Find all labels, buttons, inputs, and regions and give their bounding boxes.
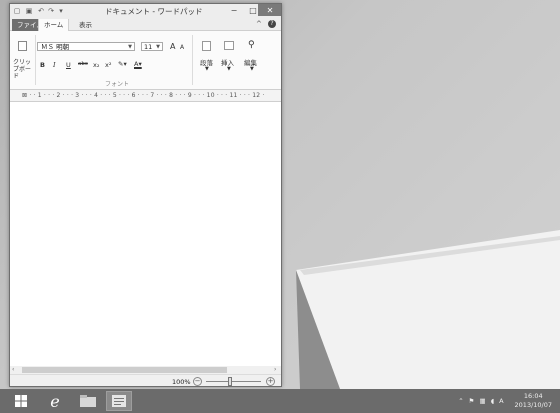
- ime-indicator[interactable]: A: [499, 397, 503, 405]
- file-explorer-icon[interactable]: [75, 391, 101, 411]
- collapse-ribbon-icon[interactable]: ^: [256, 20, 262, 28]
- italic-button[interactable]: I: [53, 61, 56, 69]
- font-name-value: ＭＳ 明朝: [41, 43, 70, 51]
- ruler-marks: ⊠ · · 1 · · · 2 · · · 3 · · · 4 · · · 5 …: [22, 92, 265, 99]
- wordpad-taskbar-button[interactable]: [106, 391, 132, 411]
- action-center-flag-icon[interactable]: ⚑: [469, 397, 475, 405]
- customize-qat-icon[interactable]: ▾: [57, 7, 65, 15]
- save-icon[interactable]: ▣: [25, 7, 33, 15]
- zoom-level: 100%: [172, 378, 191, 386]
- paste-icon[interactable]: [18, 41, 27, 51]
- shrink-font-button[interactable]: A: [180, 44, 184, 51]
- group-divider: [192, 35, 193, 85]
- window-title: ドキュメント - ワードパッド: [105, 7, 203, 16]
- bold-button[interactable]: B: [40, 61, 45, 69]
- redo-icon[interactable]: ↷: [47, 7, 55, 15]
- undo-icon[interactable]: ↶: [37, 7, 45, 15]
- underline-button[interactable]: U: [66, 61, 71, 69]
- clipboard-button[interactable]: クリップボード: [13, 59, 35, 80]
- font-size-select[interactable]: 11 ▼: [141, 42, 163, 51]
- insert-picture-icon[interactable]: [224, 41, 234, 50]
- clock[interactable]: 16:04 2013/10/07: [515, 392, 552, 410]
- highlight-icon[interactable]: ✎▾: [118, 60, 127, 68]
- chevron-down-icon: ▼: [156, 44, 160, 50]
- scroll-left-icon[interactable]: ‹: [12, 366, 14, 373]
- chevron-down-icon: ▼: [128, 44, 132, 50]
- grow-font-button[interactable]: A: [170, 42, 175, 51]
- help-icon[interactable]: ?: [268, 20, 276, 28]
- chevron-down-icon: ▼: [250, 66, 254, 72]
- document-editor[interactable]: [10, 102, 281, 364]
- find-icon[interactable]: ⚲: [248, 40, 255, 50]
- zoom-slider-thumb[interactable]: [228, 377, 232, 386]
- volume-icon[interactable]: ◖: [491, 397, 494, 405]
- title-bar[interactable]: ▢ ▣ ↶ ↷ ▾ ドキュメント - ワードパッド − □ ✕: [10, 4, 281, 19]
- font-size-value: 11: [144, 43, 153, 51]
- minimize-button[interactable]: −: [224, 4, 244, 16]
- font-group-label: フォント: [105, 81, 130, 88]
- system-tray: ⌃ ⚑ ▦ ◖ A 16:04 2013/10/07: [458, 389, 552, 413]
- ribbon-home: クリップボード ＭＳ 明朝 ▼ 11 ▼ A A B I U abc x₂ x²…: [10, 31, 281, 90]
- network-icon[interactable]: ▦: [479, 397, 485, 405]
- show-hidden-icons-icon[interactable]: ⌃: [458, 397, 463, 405]
- app-icon[interactable]: ▢: [13, 7, 21, 15]
- start-button[interactable]: [10, 391, 32, 411]
- superscript-button[interactable]: x²: [105, 61, 111, 69]
- font-color-icon[interactable]: A▾: [134, 60, 142, 68]
- wordpad-icon: [112, 395, 126, 407]
- scroll-right-icon[interactable]: ›: [274, 366, 276, 373]
- windows-logo-icon: [15, 395, 27, 407]
- chevron-down-icon: ▼: [205, 66, 209, 72]
- group-divider: [35, 35, 36, 85]
- font-name-select[interactable]: ＭＳ 明朝 ▼: [37, 42, 135, 51]
- scrollbar-thumb[interactable]: [22, 367, 227, 373]
- strikethrough-button[interactable]: abc: [78, 61, 88, 67]
- ruler[interactable]: ⊠ · · 1 · · · 2 · · · 3 · · · 4 · · · 5 …: [10, 90, 281, 102]
- clock-time: 16:04: [523, 392, 543, 400]
- internet-explorer-icon[interactable]: e: [42, 391, 68, 411]
- folder-icon: [80, 395, 96, 407]
- clock-date: 2013/10/07: [514, 401, 552, 409]
- taskbar: e ⌃ ⚑ ▦ ◖ A 16:04 2013/10/07: [0, 389, 560, 413]
- wordpad-window: ▢ ▣ ↶ ↷ ▾ ドキュメント - ワードパッド − □ ✕ ファイル ホーム…: [9, 3, 282, 387]
- paragraph-icon[interactable]: [202, 41, 211, 51]
- horizontal-scrollbar[interactable]: ‹ ›: [10, 366, 281, 374]
- status-bar: 100% − +: [10, 374, 281, 386]
- tab-view[interactable]: 表示: [74, 19, 97, 31]
- zoom-in-button[interactable]: +: [266, 377, 275, 386]
- close-button[interactable]: ✕: [258, 4, 281, 16]
- zoom-slider[interactable]: [206, 381, 261, 382]
- subscript-button[interactable]: x₂: [93, 61, 99, 69]
- ribbon-tab-bar: ファイル ホーム 表示 ^ ?: [10, 19, 281, 32]
- zoom-out-button[interactable]: −: [193, 377, 202, 386]
- chevron-down-icon: ▼: [227, 66, 231, 72]
